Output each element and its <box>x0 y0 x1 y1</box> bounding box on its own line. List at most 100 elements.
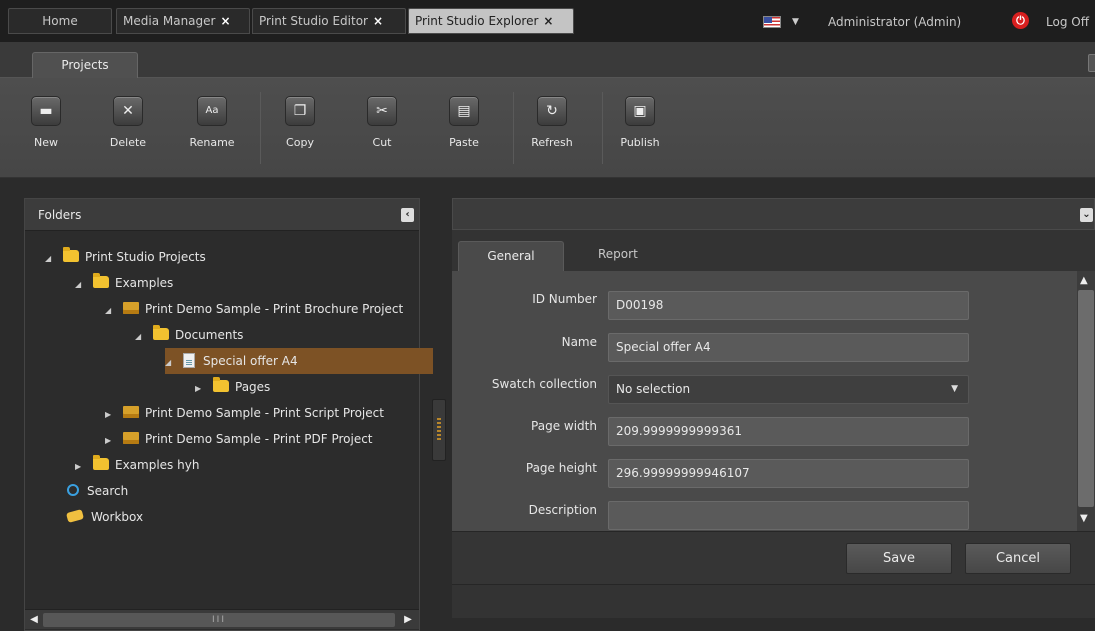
tab-report[interactable]: Report <box>598 247 638 261</box>
publish-button[interactable]: ▣ Publish <box>620 96 660 149</box>
delete-button[interactable]: ✕ Delete <box>108 96 148 149</box>
ribbon-separator <box>602 92 603 164</box>
tab-home[interactable]: Home <box>8 8 112 34</box>
rename-button[interactable]: Aa Rename <box>189 96 235 149</box>
new-button[interactable]: ▬ New <box>26 96 66 149</box>
tab-print-studio-explorer[interactable]: Print Studio Explorer × <box>408 8 574 34</box>
name-label: Name <box>561 335 597 349</box>
tree-item-examples-hyh[interactable]: ▶ Examples hyh <box>75 452 199 478</box>
folder-icon <box>93 273 109 288</box>
tree-item-label: Print Demo Sample - Print Script Project <box>145 406 384 420</box>
close-icon[interactable]: × <box>220 14 230 28</box>
tree-item-print-studio-projects[interactable]: ◢ Print Studio Projects <box>45 244 206 270</box>
expanded-triangle-icon[interactable]: ◢ <box>45 246 55 272</box>
close-icon[interactable]: × <box>543 14 553 28</box>
page-height-field[interactable]: 296.99999999946107 <box>608 459 969 488</box>
printer-icon: ▣ <box>625 96 655 126</box>
scroll-down-icon[interactable]: ▼ <box>1080 513 1088 524</box>
project-icon <box>123 302 139 314</box>
details-header: ⌄ <box>452 198 1095 230</box>
tree-item-label: Documents <box>175 328 244 342</box>
tab-media-manager-label: Media Manager <box>123 14 216 28</box>
tab-print-studio-editor[interactable]: Print Studio Editor × <box>252 8 406 34</box>
copy-button-label: Copy <box>286 136 314 149</box>
tree-item-label: Workbox <box>91 510 144 524</box>
scrollbar-thumb[interactable] <box>1078 290 1094 507</box>
scroll-up-icon[interactable]: ▲ <box>1080 275 1088 286</box>
horizontal-scrollbar[interactable]: ◀ III ▶ <box>25 609 419 629</box>
chevron-down-icon: ▼ <box>951 384 958 394</box>
tree-item-print-pdf-project[interactable]: ▶ Print Demo Sample - Print PDF Project <box>105 426 373 452</box>
delete-button-label: Delete <box>109 136 147 149</box>
tree-item-workbox[interactable]: Workbox <box>65 504 144 530</box>
paste-button[interactable]: ▤ Paste <box>444 96 484 149</box>
id-number-field[interactable]: D00198 <box>608 291 969 320</box>
panel-splitter[interactable] <box>432 399 446 461</box>
expanded-triangle-icon[interactable]: ◢ <box>105 298 115 324</box>
project-icon <box>123 432 139 444</box>
collapsed-triangle-icon[interactable]: ▶ <box>75 454 85 480</box>
tree-item-label: Print Studio Projects <box>85 250 206 264</box>
folder-icon <box>63 247 79 262</box>
chevron-down-icon[interactable]: ⌄ <box>1080 208 1093 222</box>
tree-item-pages[interactable]: ▶ Pages <box>195 374 270 400</box>
log-off-link[interactable]: Log Off <box>1046 15 1089 29</box>
tree-item-label: Special offer A4 <box>203 354 298 368</box>
page-width-field[interactable]: 209.9999999999361 <box>608 417 969 446</box>
tree-item-print-script-project[interactable]: ▶ Print Demo Sample - Print Script Projec… <box>105 400 384 426</box>
tree-item-label: Pages <box>235 380 271 394</box>
tab-general[interactable]: General <box>458 241 564 271</box>
scroll-left-icon[interactable]: ◀ <box>27 613 41 627</box>
details-panel: ⌄ General Report ID Number D00198 Name S… <box>452 198 1095 618</box>
form-button-bar: Save Cancel <box>452 531 1095 585</box>
description-field[interactable] <box>608 501 969 530</box>
id-number-label: ID Number <box>532 292 597 306</box>
tab-print-studio-explorer-label: Print Studio Explorer <box>415 14 539 28</box>
rename-icon: Aa <box>197 96 227 126</box>
tree-item-label: Print Demo Sample - Print PDF Project <box>145 432 373 446</box>
cut-button-label: Cut <box>372 136 392 149</box>
swatch-collection-select[interactable]: No selection ▼ <box>608 375 969 404</box>
name-field[interactable]: Special offer A4 <box>608 333 969 362</box>
copy-icon: ❐ <box>285 96 315 126</box>
expanded-triangle-icon[interactable]: ◢ <box>75 272 85 298</box>
tab-media-manager[interactable]: Media Manager × <box>116 8 250 34</box>
tree-item-special-offer-a4[interactable]: ◢ Special offer A4 <box>165 348 433 374</box>
save-button[interactable]: Save <box>846 543 952 574</box>
cancel-button[interactable]: Cancel <box>965 543 1071 574</box>
copy-button[interactable]: ❐ Copy <box>280 96 320 149</box>
scroll-right-icon[interactable]: ▶ <box>401 613 415 627</box>
close-icon[interactable]: × <box>373 14 383 28</box>
collapse-panel-button[interactable]: ‹ <box>401 208 414 222</box>
us-flag-icon[interactable] <box>763 16 781 28</box>
collapsed-triangle-icon[interactable]: ▶ <box>105 428 115 454</box>
workbox-icon <box>65 509 85 523</box>
vertical-scrollbar[interactable]: ▲ ▼ <box>1077 271 1095 531</box>
grip-icon <box>437 418 441 442</box>
expanded-triangle-icon[interactable]: ◢ <box>165 350 175 376</box>
ribbon-separator <box>260 92 261 164</box>
scrollbar-thumb[interactable]: III <box>43 613 395 627</box>
power-icon[interactable]: ⏻ <box>1012 12 1029 29</box>
folder-icon <box>153 325 169 340</box>
collapsed-triangle-icon[interactable]: ▶ <box>105 402 115 428</box>
expanded-triangle-icon[interactable]: ◢ <box>135 324 145 350</box>
ribbon-options-button[interactable] <box>1088 54 1095 72</box>
collapsed-triangle-icon[interactable]: ▶ <box>195 376 205 402</box>
tree-item-documents[interactable]: ◢ Documents <box>135 322 243 348</box>
chevron-down-icon[interactable]: ▼ <box>792 17 799 27</box>
delete-icon: ✕ <box>113 96 143 126</box>
page-height-label: Page height <box>525 461 597 475</box>
refresh-button[interactable]: ↻ Refresh <box>531 96 573 149</box>
tree-item-search[interactable]: Search <box>67 478 128 504</box>
paste-button-label: Paste <box>449 136 479 149</box>
page-width-label: Page width <box>531 419 597 433</box>
search-icon <box>67 484 79 496</box>
ribbon-tab-projects[interactable]: Projects <box>32 52 138 80</box>
cut-button[interactable]: ✂ Cut <box>362 96 402 149</box>
rename-button-label: Rename <box>189 136 235 149</box>
tree-item-label: Search <box>87 484 129 498</box>
tree-item-examples[interactable]: ◢ Examples <box>75 270 173 296</box>
scissors-icon: ✂ <box>367 96 397 126</box>
tree-item-print-brochure-project[interactable]: ◢ Print Demo Sample - Print Brochure Proj… <box>105 296 403 322</box>
